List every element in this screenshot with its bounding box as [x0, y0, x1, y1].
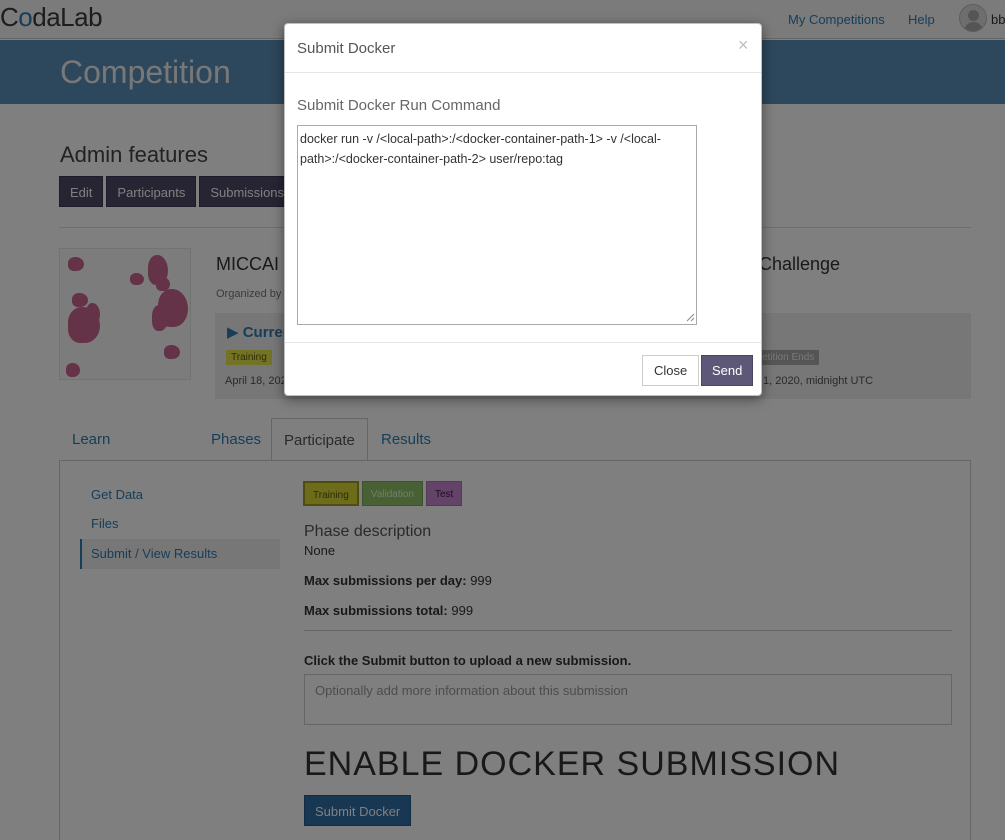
send-button[interactable]: Send	[701, 355, 754, 386]
modal-title: Submit Docker	[297, 40, 396, 57]
docker-command-textarea[interactable]: docker run -v /<local-path>:/<docker-con…	[297, 125, 697, 325]
close-icon[interactable]: ×	[738, 36, 749, 54]
docker-command-label: Submit Docker Run Command	[297, 97, 501, 114]
modal-footer: Close Send	[285, 342, 761, 397]
modal-header: Submit Docker ×	[285, 24, 761, 73]
close-button[interactable]: Close	[642, 355, 700, 386]
submit-docker-modal: Submit Docker × Submit Docker Run Comman…	[284, 23, 762, 396]
resize-grip-icon[interactable]	[686, 313, 695, 322]
